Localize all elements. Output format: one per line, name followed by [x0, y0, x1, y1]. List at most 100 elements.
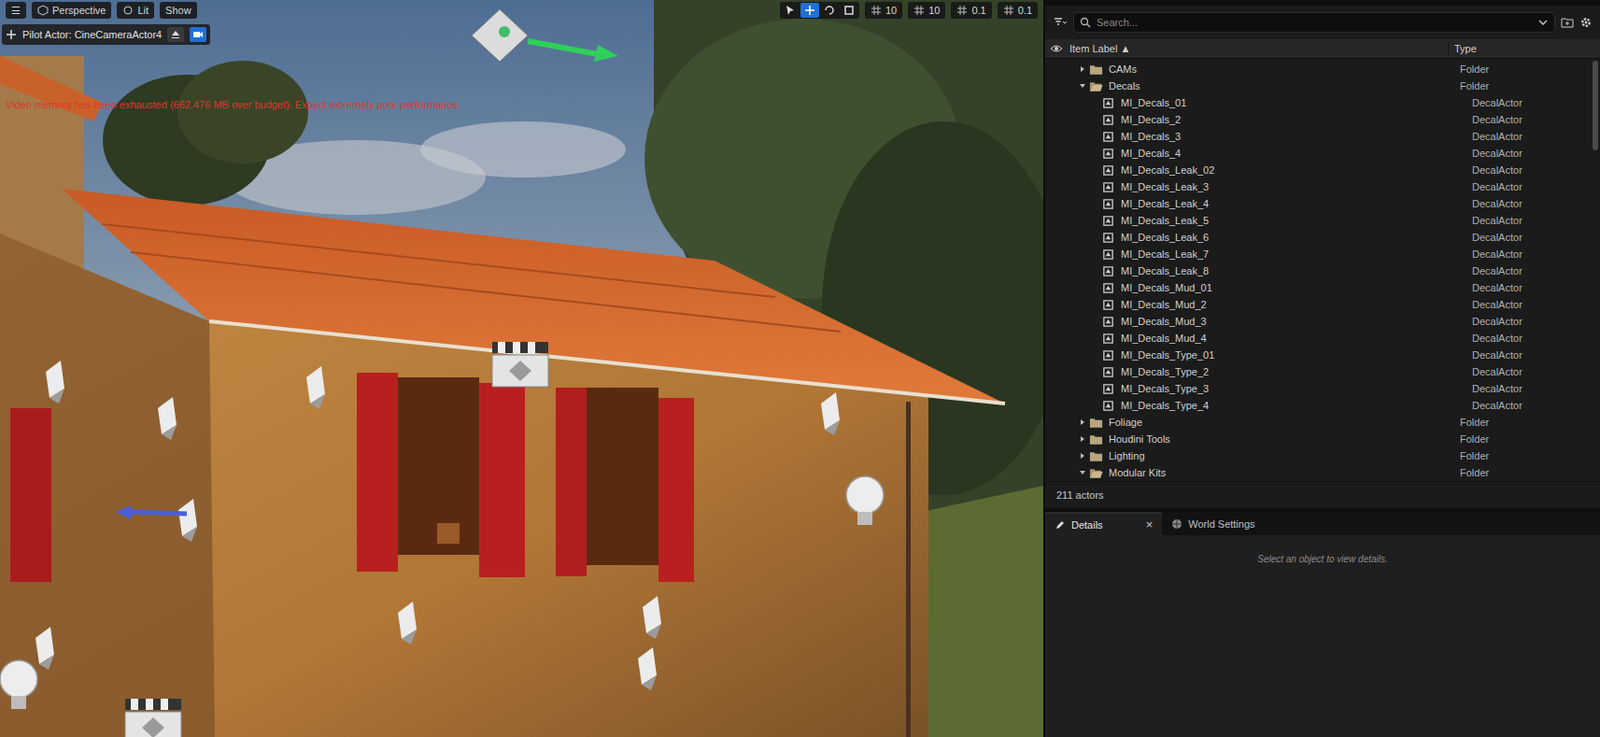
transform-gizmo-icon[interactable]: [115, 9, 619, 520]
snap-setting[interactable]: 0.1: [997, 1, 1038, 19]
row-type: DecalActor: [1466, 349, 1593, 361]
outliner-row[interactable]: MI_Decals_Leak_6 DecalActor: [1045, 228, 1593, 246]
expand-arrow-icon[interactable]: [1078, 82, 1087, 90]
decal-actor-icon[interactable]: [642, 595, 662, 639]
expand-arrow-icon[interactable]: [1078, 435, 1087, 443]
visibility-column[interactable]: [1045, 42, 1068, 55]
column-header[interactable]: Type: [1448, 42, 1600, 55]
decal-icon: [1101, 147, 1116, 160]
decal-actor-icon[interactable]: [178, 498, 198, 542]
outliner-row[interactable]: MI_Decals_Leak_3 DecalActor: [1045, 178, 1593, 196]
outliner-row[interactable]: MI_Decals_Mud_01 DecalActor: [1045, 279, 1593, 297]
outliner-row[interactable]: MI_Decals_Mud_4 DecalActor: [1045, 329, 1593, 347]
outliner-row[interactable]: Foliage Folder: [1045, 413, 1593, 431]
camera-actor-icon[interactable]: [125, 698, 182, 737]
eject-button[interactable]: [167, 27, 185, 43]
panel-tab[interactable]: Details ×: [1045, 511, 1162, 536]
folder-icon: [1089, 80, 1104, 93]
show-flags-button[interactable]: Show: [159, 1, 198, 19]
outliner-row[interactable]: MI_Decals_Leak_7 DecalActor: [1045, 245, 1593, 263]
decal-actor-icon[interactable]: [637, 647, 657, 691]
outliner-row[interactable]: CAMs Folder: [1045, 60, 1593, 78]
outliner-row[interactable]: Lighting Folder: [1045, 447, 1593, 465]
pilot-actor-label: Pilot Actor: CineCameraActor4: [22, 28, 162, 41]
row-label: MI_Decals_Type_3: [1120, 382, 1209, 395]
expand-arrow-icon[interactable]: [1078, 452, 1087, 460]
row-label: MI_Decals_Mud_01: [1120, 282, 1213, 294]
snap-setting[interactable]: 0.1: [950, 1, 992, 19]
outliner-row[interactable]: MI_Decals_Mud_2 DecalActor: [1045, 296, 1593, 313]
outliner-row[interactable]: MI_Decals_Leak_4 DecalActor: [1045, 195, 1593, 213]
decal-actor-icon[interactable]: [306, 366, 326, 410]
settings-button[interactable]: [1579, 15, 1593, 29]
row-type: Folder: [1454, 63, 1593, 75]
row-type: Folder: [1454, 80, 1593, 92]
filter-button[interactable]: [1052, 16, 1068, 29]
lighting-mode-button[interactable]: Lit: [116, 1, 155, 19]
decal-icon: [1101, 113, 1116, 127]
decal-actor-icon[interactable]: [45, 360, 65, 404]
outliner-row[interactable]: MI_Decals_4 DecalActor: [1045, 144, 1593, 162]
expand-arrow-icon[interactable]: [1078, 418, 1087, 426]
add-folder-button[interactable]: [1560, 15, 1574, 29]
row-type: DecalActor: [1466, 315, 1593, 327]
scrollbar-thumb[interactable]: [1592, 60, 1599, 151]
row-label: MI_Decals_Type_2: [1120, 366, 1209, 378]
outliner-row[interactable]: MI_Decals_2 DecalActor: [1045, 111, 1593, 128]
close-tab-button[interactable]: ×: [1146, 517, 1154, 532]
outliner-row[interactable]: MI_Decals_Mud_3 DecalActor: [1045, 312, 1593, 330]
outliner-row[interactable]: Modular Kits Folder: [1045, 464, 1593, 482]
select-icon: [784, 4, 796, 16]
row-label: Decals: [1108, 80, 1141, 92]
row-type: DecalActor: [1466, 130, 1593, 142]
view-mode-button[interactable]: Perspective: [31, 1, 112, 19]
row-label: MI_Decals_Leak_8: [1120, 265, 1209, 277]
grid-icon: [956, 4, 968, 16]
outliner-header: Item Label ▲ Type: [1045, 39, 1600, 59]
decal-actor-icon[interactable]: [397, 601, 417, 645]
outliner-row[interactable]: MI_Decals_Leak_02 DecalActor: [1045, 161, 1593, 179]
point-light-icon[interactable]: [846, 476, 884, 525]
outliner-row[interactable]: MI_Decals_Type_2 DecalActor: [1045, 363, 1593, 381]
camera-lock-button[interactable]: [189, 27, 207, 43]
transform-tool-button[interactable]: [839, 2, 859, 18]
level-viewport[interactable]: ☰ Perspective Lit Show 10 10 0.1 0.1 Pil…: [0, 0, 1044, 737]
outliner-row[interactable]: MI_Decals_3 DecalActor: [1045, 127, 1593, 145]
camera-actor-icon[interactable]: [492, 341, 549, 387]
snap-setting[interactable]: 10: [864, 1, 903, 19]
decal-actor-icon[interactable]: [821, 392, 840, 436]
outliner-search-field[interactable]: Search...: [1073, 12, 1556, 33]
viewport-overlay: ☰ Perspective Lit Show 10 10 0.1 0.1 Pil…: [0, 0, 1044, 111]
outliner-row[interactable]: MI_Decals_Type_3 DecalActor: [1045, 380, 1593, 397]
panel-tab[interactable]: World Settings: [1161, 511, 1264, 536]
decal-actor-icon[interactable]: [157, 396, 177, 440]
transform-tool-button[interactable]: [820, 2, 839, 18]
row-label: MI_Decals_3: [1120, 130, 1181, 142]
outliner-scrollbar[interactable]: [1592, 60, 1599, 482]
sun-icon: [122, 4, 134, 16]
decal-actor-icon[interactable]: [35, 626, 55, 670]
outliner-row[interactable]: MI_Decals_Type_01 DecalActor: [1045, 346, 1593, 364]
details-tabs: Details × World Settings: [1045, 511, 1600, 536]
expand-arrow-icon[interactable]: [1078, 65, 1087, 73]
row-type: DecalActor: [1466, 181, 1593, 193]
column-header[interactable]: Item Label ▲: [1067, 42, 1449, 55]
outliner-row[interactable]: Houdini Tools Folder: [1045, 430, 1593, 448]
expand-arrow-icon[interactable]: [1078, 468, 1087, 477]
outliner-row[interactable]: MI_Decals_Leak_5 DecalActor: [1045, 212, 1593, 229]
snap-setting[interactable]: 10: [907, 1, 946, 19]
unreal-editor: ☰ Perspective Lit Show 10 10 0.1 0.1 Pil…: [0, 0, 1600, 737]
viewport-menu-button[interactable]: ☰: [5, 1, 27, 19]
row-type: DecalActor: [1466, 231, 1593, 243]
row-label: MI_Decals_Leak_4: [1120, 198, 1209, 210]
decal-icon: [1101, 214, 1116, 227]
outliner-row[interactable]: MI_Decals_Leak_8 DecalActor: [1045, 262, 1593, 280]
outliner-row[interactable]: MI_Decals_Type_4 DecalActor: [1045, 396, 1593, 414]
grid-icon: [1003, 4, 1015, 16]
transform-tool-button[interactable]: [800, 2, 820, 18]
point-light-icon[interactable]: [0, 660, 38, 709]
transform-tool-button[interactable]: [780, 2, 800, 18]
outliner-row[interactable]: MI_Decals_01 DecalActor: [1045, 94, 1593, 112]
row-label: MI_Decals_Type_01: [1120, 349, 1215, 361]
outliner-row[interactable]: Decals Folder: [1045, 77, 1593, 95]
